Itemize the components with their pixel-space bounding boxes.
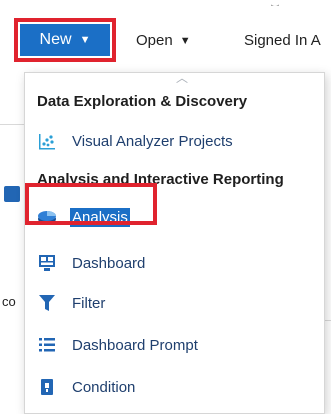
new-button-label: New bbox=[39, 31, 72, 48]
open-menu-button[interactable]: Open ▼ bbox=[136, 32, 191, 49]
dashboard-icon bbox=[37, 253, 57, 273]
chevron-down-icon: ▼ bbox=[79, 34, 91, 46]
analysis-highlight-annotation bbox=[25, 183, 157, 225]
visual-analyzer-icon bbox=[37, 131, 57, 151]
menu-item-dashboard-prompt[interactable]: Dashboard Prompt bbox=[25, 329, 324, 361]
menu-item-label: Dashboard bbox=[72, 254, 146, 272]
menu-item-dashboard[interactable]: Dashboard bbox=[25, 247, 324, 279]
menu-item-condition[interactable]: Condition bbox=[25, 371, 324, 403]
signed-in-menu[interactable]: Signed In A bbox=[244, 32, 321, 49]
condition-icon bbox=[37, 377, 57, 397]
background-top-fragment bbox=[225, 0, 331, 6]
chevron-down-icon: ▼ bbox=[179, 34, 191, 47]
menu-item-label: Dashboard Prompt bbox=[72, 336, 198, 354]
toolbar: New ▼ Open ▼ Signed In A bbox=[0, 14, 331, 64]
new-dropdown-menu: ︿ Data Exploration & Discovery Visual An… bbox=[24, 69, 325, 414]
section-heading-data-exploration: Data Exploration & Discovery bbox=[37, 93, 248, 110]
background-text-fragment: co bbox=[2, 294, 16, 309]
open-menu-label: Open bbox=[136, 32, 173, 49]
background-divider bbox=[0, 124, 26, 125]
dashboard-prompt-icon bbox=[37, 335, 57, 355]
menu-item-label: Filter bbox=[72, 294, 106, 312]
chevron-up-icon[interactable]: ︿ bbox=[176, 69, 188, 86]
menu-item-filter[interactable]: Filter bbox=[25, 287, 324, 319]
menu-item-visual-analyzer-projects[interactable]: Visual Analyzer Projects bbox=[25, 125, 324, 157]
new-button[interactable]: New ▼ bbox=[14, 18, 116, 62]
filter-icon bbox=[37, 293, 57, 313]
menu-item-label: Condition bbox=[72, 378, 136, 396]
menu-item-label: Visual Analyzer Projects bbox=[72, 132, 233, 150]
background-page-icon bbox=[4, 186, 20, 202]
